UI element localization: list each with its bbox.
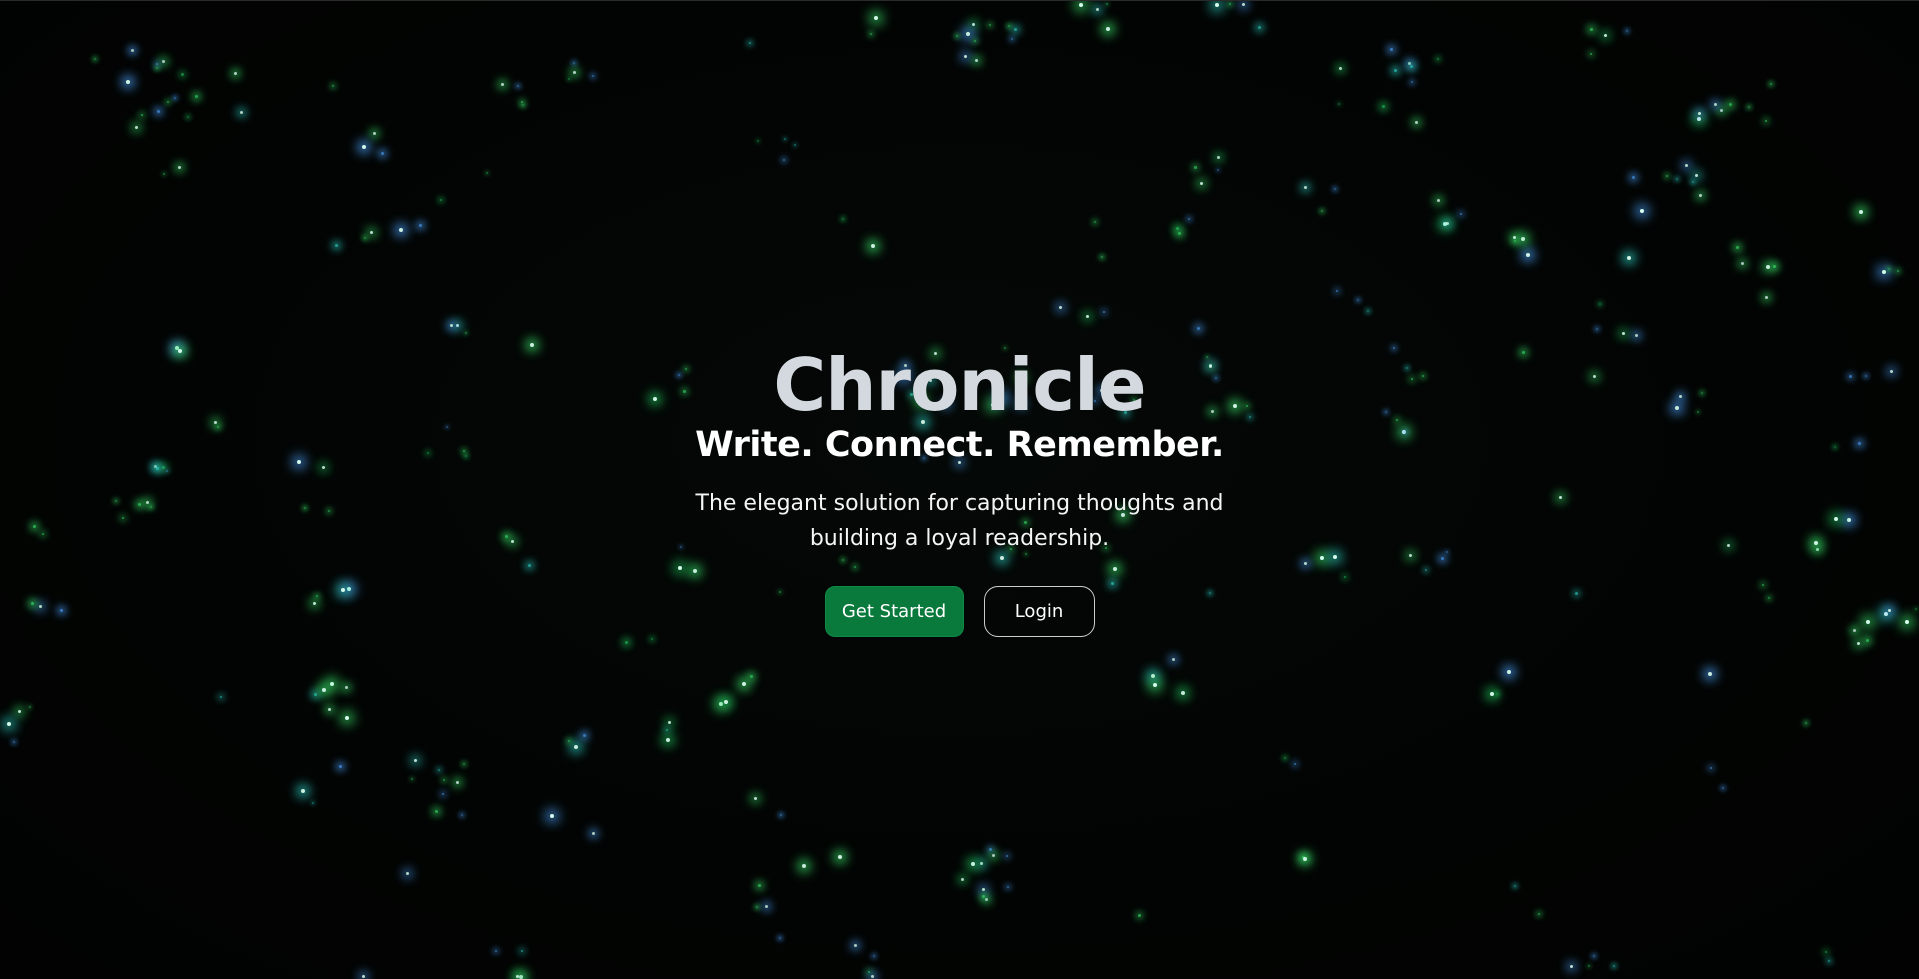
hero-section: Chronicle Write. Connect. Remember. The …	[0, 0, 1919, 979]
tagline: Write. Connect. Remember.	[695, 425, 1224, 465]
hero-actions: Get Started Login	[824, 586, 1095, 637]
app-title: Chronicle	[773, 343, 1146, 427]
login-button[interactable]: Login	[983, 586, 1095, 637]
get-started-button[interactable]: Get Started	[824, 586, 964, 637]
hero-description: The elegant solution for capturing thoug…	[695, 491, 1224, 551]
